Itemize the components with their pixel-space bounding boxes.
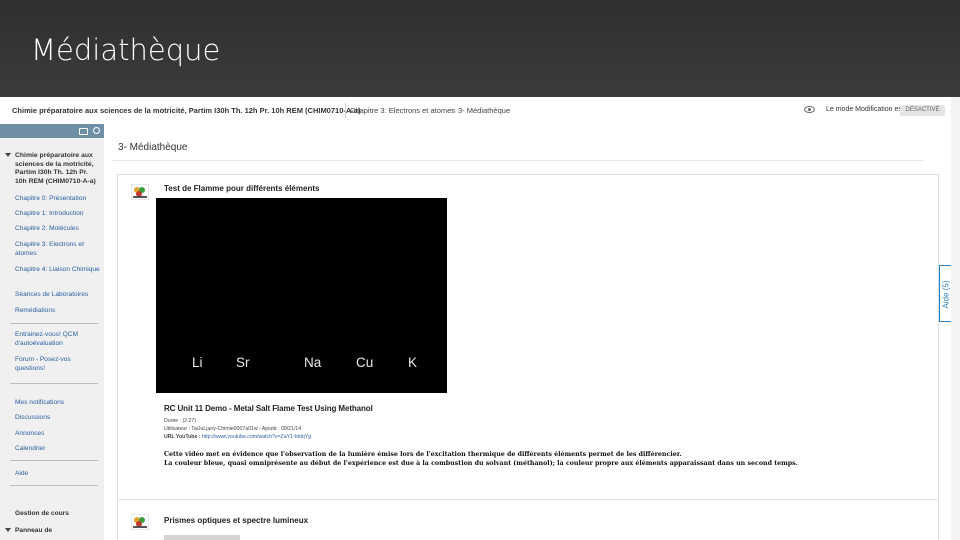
eye-icon[interactable] [804,106,815,113]
video-label-sr: Sr [236,355,250,370]
sidebar-item-chapitre-2[interactable]: Chapitre 2: Molécules [15,225,100,234]
video-description-line2: La couleur bleue, quasi omniprésente au … [164,460,798,467]
video-duration: Durée : (2:27) [164,418,197,424]
course-link[interactable]: Chimie préparatoire aux sciences de la m… [12,106,360,115]
sidebar-divider [10,323,98,324]
item-title-prismes[interactable]: Prismes optiques et spectre lumineux [164,516,308,525]
gear-icon[interactable] [93,127,100,134]
help-tab[interactable]: Aide (5) [939,265,951,322]
media-icon [131,184,149,200]
sidebar-divider [10,485,98,486]
sidebar-item-chapitre-0[interactable]: Chapitre 0: Présentation [15,195,100,204]
breadcrumb-current: 3- Médiathèque [458,106,511,115]
help-tab-label: Aide (5) [941,280,951,309]
sidebar-item-chapitre-4[interactable]: Chapitre 4: Liaison Chimique [15,266,100,275]
sidebar-divider [10,460,98,461]
main-content: 3- Médiathèque Test de Flamme pour diffé… [104,124,960,540]
slide-title: Médiathèque [31,33,221,67]
sidebar-item-forum[interactable]: Forum - Posez-vos questions! [15,356,100,373]
sidebar-divider [10,383,98,384]
video-url-link[interactable]: http://www.youtube.com/watch?v=ZaY1-htdq… [202,434,311,440]
video-player[interactable]: Li Sr Na Cu K [156,198,447,393]
sidebar-toolbar [0,124,104,138]
caret-down-icon[interactable] [5,153,11,157]
sidebar-item-remediations[interactable]: Remédiations [15,307,100,316]
video-label-na: Na [304,355,322,370]
item-title-flamme[interactable]: Test de Flamme pour différents éléments [164,184,319,193]
edit-mode-label: Le mode Modification est : [826,106,908,113]
breadcrumb-divider [345,103,346,118]
sidebar-item-calendrier[interactable]: Calendrier [15,445,100,454]
lms-window: Chimie préparatoire aux sciences de la m… [0,97,960,540]
title-rule [112,160,924,161]
video-title: RC Unit 11 Demo - Metal Salt Flame Test … [164,404,373,413]
content-list: Test de Flamme pour différents éléments … [117,174,939,540]
sidebar-course-heading[interactable]: Chimie préparatoire aux sciences de la m… [15,152,100,186]
breadcrumb-separator: › [451,105,454,114]
caret-down-icon[interactable] [5,528,11,532]
video-uploader: Utilisateur : TaiJuLjany-Chimie0007a01w … [164,426,302,432]
course-sidebar: Chimie préparatoire aux sciences de la m… [0,124,105,540]
slide-header: Médiathèque [0,0,960,97]
sidebar-section-panneau: Panneau de [15,527,53,534]
folder-icon[interactable] [79,128,88,135]
sidebar-item-aide[interactable]: Aide [15,470,100,479]
video-thumbnail[interactable] [164,535,240,540]
video-url-row: URL YouTube : http://www.youtube.com/wat… [164,434,311,440]
sidebar-item-chapitre-3[interactable]: Chapitre 3: Electrons et atomes [15,241,100,258]
sidebar-item-annonces[interactable]: Annonces [15,430,100,439]
sidebar-item-chapitre-1[interactable]: Chapitre 1: Introduction [15,210,100,219]
video-description-line1: Cette vidéo met en évidence que l'observ… [164,451,682,458]
scrollbar[interactable] [951,97,960,540]
edit-mode-toggle[interactable]: DÉSACTIVÉ [900,105,945,116]
sidebar-section-gestion: Gestion de cours [15,510,69,517]
sidebar-item-laboratoires[interactable]: Séances de Laboratoires [15,291,100,300]
video-label-cu: Cu [356,355,374,370]
video-label-li: Li [192,355,203,370]
video-url-label: URL YouTube : [164,434,201,440]
media-icon [131,514,149,530]
sidebar-item-notifications[interactable]: Mes notifications [15,399,100,408]
item-separator [118,499,938,500]
video-label-k: K [408,355,418,370]
breadcrumb-chapter[interactable]: Chapitre 3: Electrons et atomes [350,106,455,115]
page-title: 3- Médiathèque [118,142,188,153]
sidebar-item-discussions[interactable]: Discussions [15,414,100,423]
sidebar-item-qcm[interactable]: Entrainez-vous! QCM d'autoévaluation [15,331,100,348]
topbar: Chimie préparatoire aux sciences de la m… [0,97,960,125]
